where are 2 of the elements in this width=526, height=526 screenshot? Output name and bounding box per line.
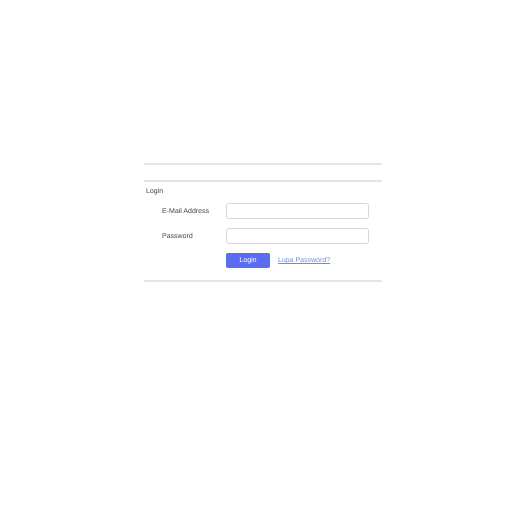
input-field[interactable]: [226, 228, 369, 244]
input-field[interactable]: [226, 203, 369, 219]
